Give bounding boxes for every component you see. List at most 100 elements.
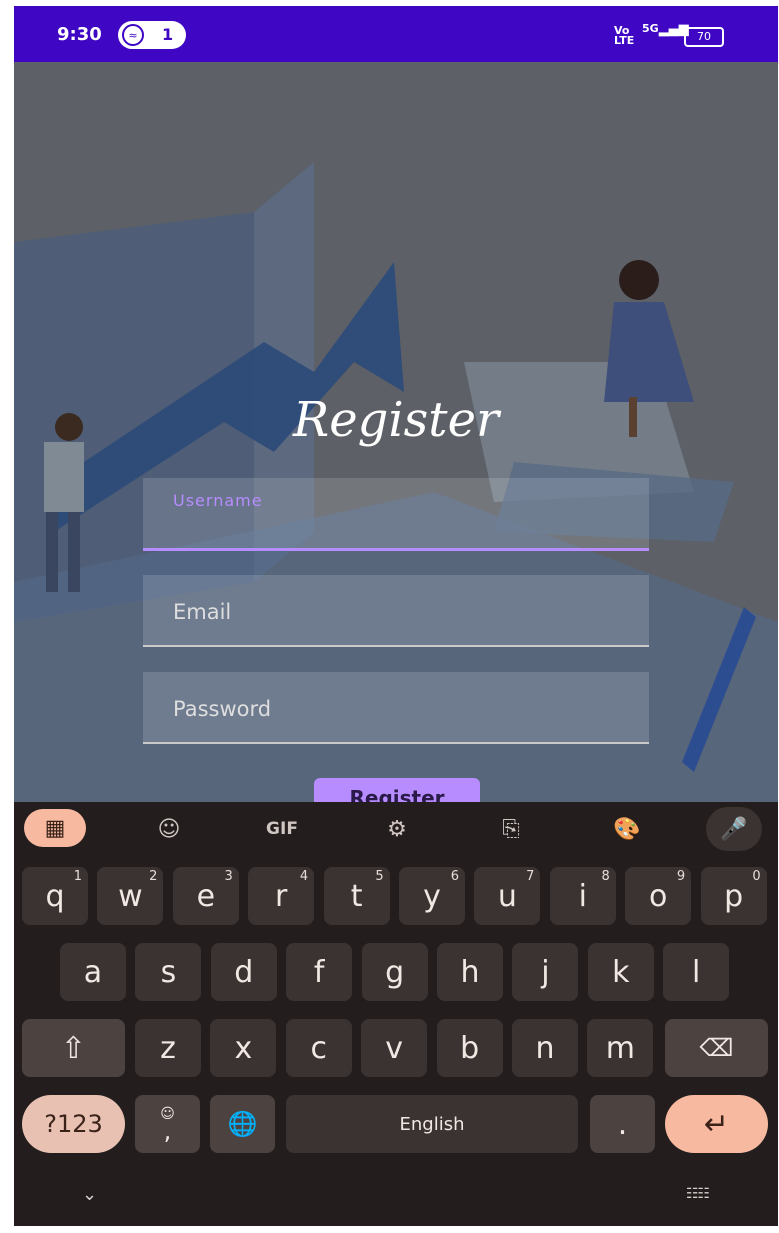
translate-button[interactable]: ⎘ xyxy=(486,810,536,848)
signal-indicator: 5G▂▄▆ xyxy=(642,22,689,37)
keyboard-apps-button[interactable]: ▦ xyxy=(24,809,86,847)
gear-icon: ⚙ xyxy=(387,816,407,842)
username-input[interactable] xyxy=(171,508,615,546)
key-d[interactable]: d xyxy=(210,943,277,1001)
key-hint: 2 xyxy=(149,869,158,884)
key-p[interactable]: p0 xyxy=(700,867,767,925)
key-label: g xyxy=(385,954,405,990)
key-u[interactable]: u7 xyxy=(474,867,541,925)
key-label: w xyxy=(118,878,143,914)
status-time: 9:30 xyxy=(57,24,102,45)
chevron-down-icon: ⌄ xyxy=(82,1184,98,1205)
key-x[interactable]: x xyxy=(210,1019,277,1077)
key-hint: 1 xyxy=(73,869,82,884)
key-t[interactable]: t5 xyxy=(323,867,390,925)
key-v[interactable]: v xyxy=(361,1019,428,1077)
gif-button[interactable]: GIF xyxy=(254,810,310,848)
backspace-icon: ⌫ xyxy=(699,1034,734,1062)
key-label: b xyxy=(460,1030,480,1066)
language-key[interactable]: 🌐 xyxy=(210,1095,275,1153)
key-label: k xyxy=(612,954,630,990)
key-i[interactable]: i8 xyxy=(549,867,616,925)
key-hint: 8 xyxy=(601,869,610,884)
key-label: c xyxy=(310,1030,328,1066)
key-hint: 3 xyxy=(224,869,233,884)
key-label: i xyxy=(578,878,587,914)
key-y[interactable]: y6 xyxy=(399,867,465,925)
comma-label: , xyxy=(163,1117,172,1145)
volte-indicator: Vo LTE xyxy=(614,25,635,47)
key-o[interactable]: o9 xyxy=(625,867,692,925)
page-title: Register xyxy=(293,392,499,448)
key-a[interactable]: a xyxy=(60,943,126,1001)
register-screen: Register Username Register xyxy=(14,62,778,802)
bg-person2-body xyxy=(44,442,84,512)
globe-icon: 🌐 xyxy=(227,1110,258,1138)
key-label: l xyxy=(692,954,701,990)
keyboard-icon: ☷☷ xyxy=(686,1186,710,1202)
bg-person-head xyxy=(619,260,659,300)
key-n[interactable]: n xyxy=(512,1019,578,1077)
key-label: o xyxy=(649,878,668,914)
hotspot-indicator[interactable]: ≈ 1 xyxy=(118,21,186,49)
hotspot-count: 1 xyxy=(162,25,174,44)
phone-screen: 9:30 ≈ 1 Vo LTE 5G▂▄▆ 70 Register Userna… xyxy=(14,6,778,1226)
settings-button[interactable]: ⚙ xyxy=(372,810,422,848)
key-z[interactable]: z xyxy=(135,1019,201,1077)
username-field[interactable]: Username xyxy=(143,478,649,551)
key-j[interactable]: j xyxy=(512,943,579,1001)
key-s[interactable]: s xyxy=(135,943,202,1001)
password-field[interactable] xyxy=(143,672,649,744)
key-label: h xyxy=(460,954,480,990)
key-q[interactable]: q1 xyxy=(22,867,88,925)
key-r[interactable]: r4 xyxy=(248,867,315,925)
key-hint: 6 xyxy=(450,869,459,884)
hide-keyboard-button[interactable]: ⌄ xyxy=(82,1184,97,1205)
grid-icon: ▦ xyxy=(44,815,66,841)
voice-input-button[interactable]: 🎤 xyxy=(706,807,762,851)
space-key[interactable]: English xyxy=(286,1095,578,1153)
sticker-button[interactable]: ☺ xyxy=(144,810,194,848)
hotspot-icon: ≈ xyxy=(122,24,144,46)
soft-keyboard: ▦ ☺ GIF ⚙ ⎘ 🎨 🎤 q1w2e3r4t5y6u7i8o9p0 asd… xyxy=(14,802,778,1226)
period-key[interactable]: . xyxy=(590,1095,655,1153)
key-c[interactable]: c xyxy=(285,1019,352,1077)
symbols-key[interactable]: ?123 xyxy=(22,1095,125,1153)
key-l[interactable]: l xyxy=(663,943,730,1001)
bg-person2-leg xyxy=(68,512,80,592)
battery-indicator: 70 xyxy=(684,27,724,47)
email-field[interactable] xyxy=(143,575,649,647)
key-h[interactable]: h xyxy=(437,943,503,1001)
key-hint: 5 xyxy=(375,869,384,884)
gif-label: GIF xyxy=(266,819,298,839)
key-label: q xyxy=(45,878,65,914)
key-k[interactable]: k xyxy=(587,943,654,1001)
key-label: m xyxy=(605,1030,635,1066)
key-e[interactable]: e3 xyxy=(172,867,239,925)
enter-key[interactable]: ↵ xyxy=(665,1095,768,1153)
network-type-label: 5G xyxy=(642,22,659,35)
keyboard-switch-button[interactable]: ☷☷ xyxy=(686,1186,710,1202)
key-g[interactable]: g xyxy=(361,943,428,1001)
key-hint: 4 xyxy=(299,869,309,884)
volte-label-bottom: LTE xyxy=(614,34,635,47)
key-label: a xyxy=(83,954,103,990)
bg-person-body xyxy=(604,302,694,402)
password-input[interactable] xyxy=(171,690,615,728)
translate-icon: ⎘ xyxy=(502,816,520,842)
key-hint: 9 xyxy=(676,869,686,884)
comma-key[interactable]: ☺ , xyxy=(135,1095,200,1153)
theme-button[interactable]: 🎨 xyxy=(602,810,652,848)
key-hint: 0 xyxy=(752,869,761,884)
key-w[interactable]: w2 xyxy=(97,867,164,925)
key-label: v xyxy=(385,1030,404,1066)
sticker-icon: ☺ xyxy=(157,816,181,842)
backspace-key[interactable]: ⌫ xyxy=(665,1019,768,1077)
email-input[interactable] xyxy=(171,593,615,631)
key-f[interactable]: f xyxy=(286,943,353,1001)
enter-icon: ↵ xyxy=(703,1106,730,1142)
key-b[interactable]: b xyxy=(436,1019,503,1077)
register-button[interactable]: Register xyxy=(314,778,480,802)
shift-key[interactable]: ⇧ xyxy=(22,1019,125,1077)
key-m[interactable]: m xyxy=(587,1019,654,1077)
